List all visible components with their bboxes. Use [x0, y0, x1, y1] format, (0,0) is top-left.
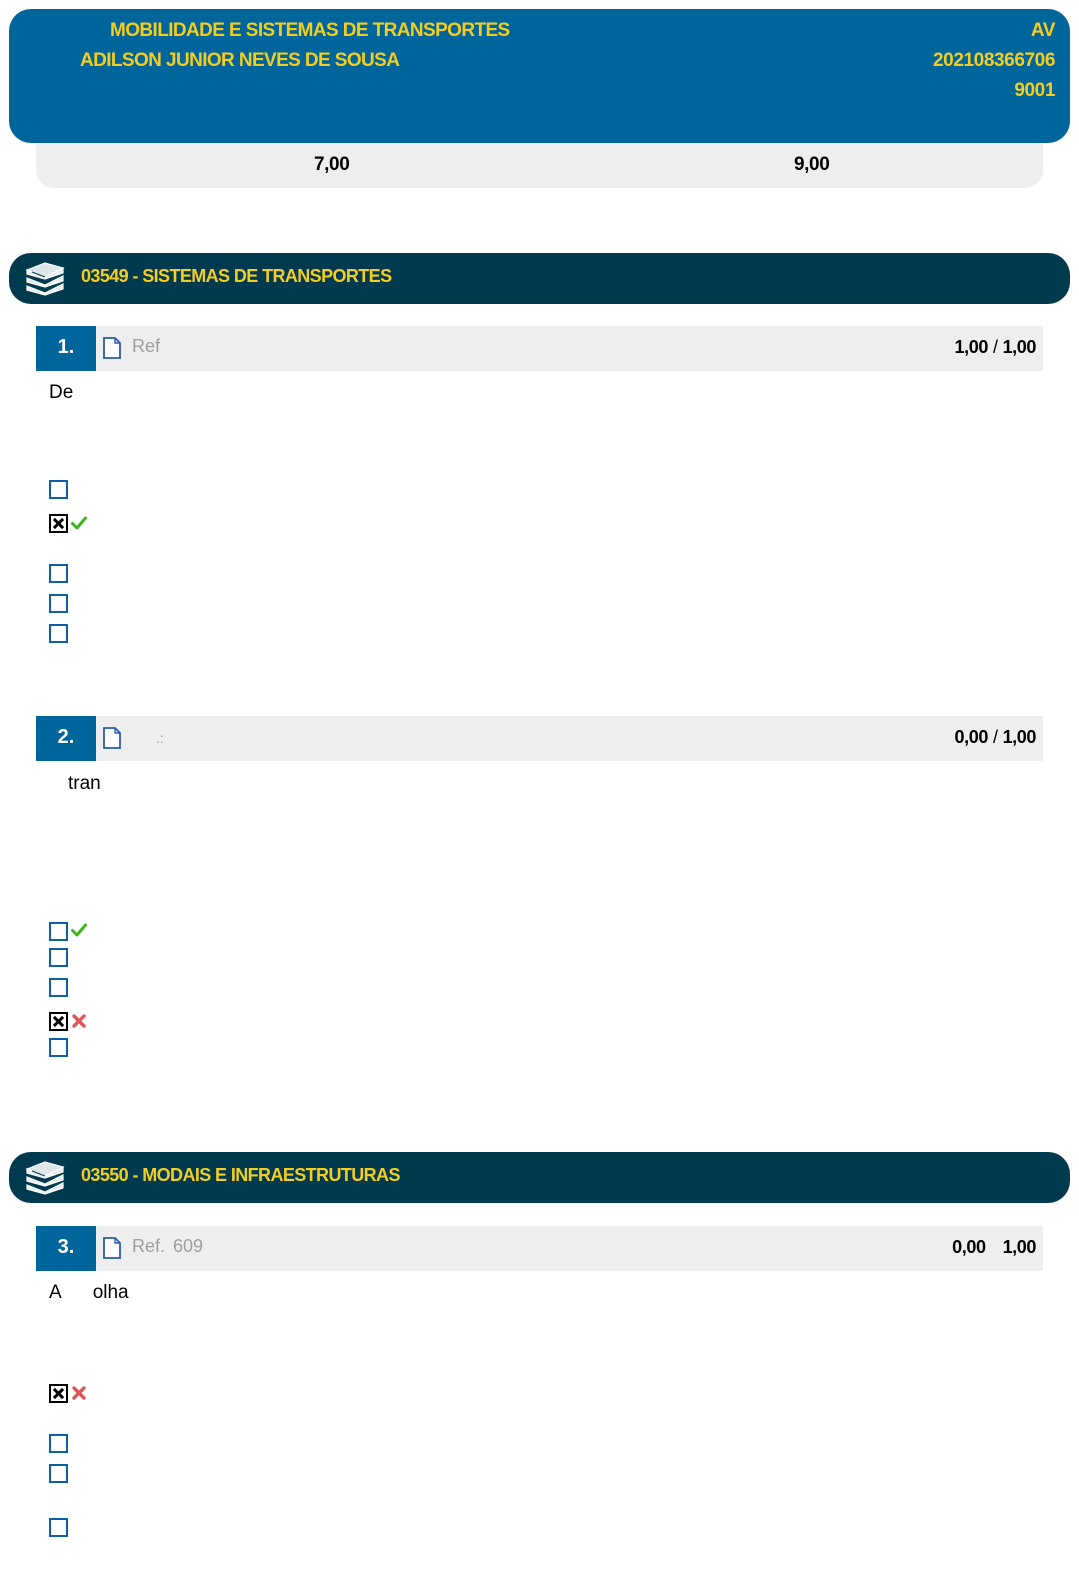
option-checkbox[interactable] — [49, 922, 68, 941]
option-checkbox[interactable] — [49, 1434, 68, 1453]
option-checkbox-selected[interactable] — [49, 514, 68, 533]
question-number: 2. — [36, 716, 96, 761]
question-score: 0,00/1,00 — [954, 727, 1037, 748]
section-header: 03549 - SISTEMAS DE TRANSPORTES — [9, 253, 1070, 304]
score-separator: / — [992, 727, 998, 747]
question-bar: 3. Ref. 609 0,00 1,00 — [36, 1226, 1043, 1271]
question-text-a: A — [49, 1282, 62, 1303]
student-name: ADILSON JUNIOR NEVES DE SOUSA — [80, 50, 400, 71]
option-checkbox[interactable] — [49, 1464, 68, 1483]
section-title: 03550 - MODAIS E INFRAESTRUTURAS — [81, 1165, 400, 1185]
option-checkbox[interactable] — [49, 1518, 68, 1537]
score-obtained: 0,00 — [952, 1237, 986, 1257]
books-icon — [25, 1161, 65, 1195]
question-text: De — [49, 382, 74, 403]
option-checkbox[interactable] — [49, 624, 68, 643]
option-checkbox[interactable] — [49, 480, 68, 499]
option-checkbox[interactable] — [49, 594, 68, 613]
question-score: 1,00/1,00 — [954, 337, 1037, 358]
ref-number: 609 — [173, 1236, 204, 1256]
question-ref: Ref — [132, 336, 161, 356]
option-checkbox-selected[interactable] — [49, 1012, 68, 1031]
check-icon — [71, 516, 87, 530]
question-text-b: olha — [92, 1282, 129, 1303]
option-checkbox-selected[interactable] — [49, 1384, 68, 1403]
question-bar: 1. Ref 1,00/1,00 — [36, 326, 1043, 371]
option-checkbox[interactable] — [49, 1038, 68, 1057]
check-icon — [71, 923, 87, 937]
score-a: 7,00 — [314, 154, 350, 175]
question-score: 0,00 1,00 — [952, 1237, 1036, 1258]
score-max: 1,00 — [1002, 727, 1037, 747]
document-icon[interactable] — [103, 1237, 121, 1259]
books-icon — [25, 262, 65, 296]
section-title: 03549 - SISTEMAS DE TRANSPORTES — [81, 266, 392, 286]
cross-icon — [72, 1014, 86, 1028]
cross-icon — [72, 1386, 86, 1400]
section-header: 03550 - MODAIS E INFRAESTRUTURAS — [9, 1152, 1070, 1203]
class-code: 9001 — [1014, 80, 1055, 101]
question-bar: 2. .: 0,00/1,00 — [36, 716, 1043, 761]
score-obtained: 1,00 — [954, 337, 989, 357]
scores-bar: 7,00 9,00 — [36, 143, 1043, 188]
option-checkbox[interactable] — [49, 564, 68, 583]
question-text: Aolha — [49, 1282, 129, 1304]
exam-type: AV — [1030, 20, 1056, 41]
document-icon[interactable] — [103, 727, 121, 749]
score-obtained: 0,00 — [954, 727, 989, 747]
course-name: MOBILIDADE E SISTEMAS DE TRANSPORTES — [110, 20, 510, 41]
question-text: tran — [68, 773, 101, 794]
option-checkbox[interactable] — [49, 948, 68, 967]
option-checkbox[interactable] — [49, 978, 68, 997]
student-id: 202108366706 — [932, 50, 1055, 71]
exam-header: MOBILIDADE E SISTEMAS DE TRANSPORTES ADI… — [9, 9, 1070, 143]
question-number: 3. — [36, 1226, 96, 1271]
question-ref: Ref. 609 — [132, 1236, 203, 1257]
question-ref: .: — [156, 730, 164, 746]
question-number: 1. — [36, 326, 96, 371]
score-max: 1,00 — [1002, 337, 1037, 357]
document-icon[interactable] — [103, 337, 121, 359]
score-separator: / — [992, 337, 998, 357]
ref-label: Ref. — [132, 1236, 166, 1256]
score-max: 1,00 — [1002, 1237, 1037, 1257]
score-b: 9,00 — [794, 154, 830, 175]
